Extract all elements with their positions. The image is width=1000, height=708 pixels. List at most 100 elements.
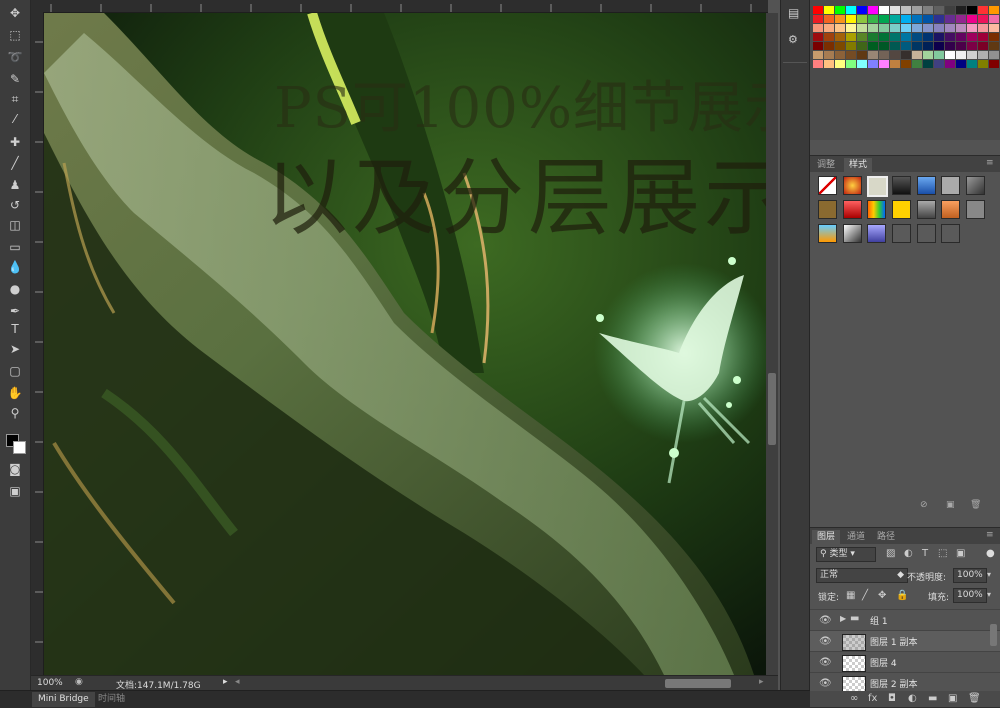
color-swatch[interactable] bbox=[868, 15, 878, 23]
color-swatch[interactable] bbox=[967, 15, 977, 23]
color-swatch[interactable] bbox=[989, 24, 999, 32]
color-swatch[interactable] bbox=[967, 60, 977, 68]
color-swatch[interactable] bbox=[912, 51, 922, 59]
opacity-input[interactable]: 100% bbox=[953, 568, 987, 583]
eyedropper-tool-icon[interactable]: ⁄ bbox=[5, 110, 25, 128]
color-swatch[interactable] bbox=[945, 6, 955, 14]
color-swatch[interactable] bbox=[901, 24, 911, 32]
color-swatch[interactable] bbox=[813, 42, 823, 50]
pen-tool-icon[interactable]: ✒ bbox=[5, 302, 25, 320]
vertical-scroll-thumb[interactable] bbox=[768, 373, 776, 445]
status-menu-icon[interactable]: ◉ bbox=[75, 677, 83, 687]
color-swatch[interactable] bbox=[901, 15, 911, 23]
lasso-tool-icon[interactable]: ➰ bbox=[5, 48, 25, 66]
quick-mask-icon[interactable]: ◙ bbox=[5, 460, 25, 478]
link-layers-icon[interactable]: ∞ bbox=[850, 693, 858, 704]
color-swatch[interactable] bbox=[945, 51, 955, 59]
color-swatch[interactable] bbox=[978, 42, 988, 50]
move-tool-icon[interactable]: ✥ bbox=[5, 4, 25, 22]
tab-styles[interactable]: 样式 bbox=[844, 158, 873, 172]
color-swatch[interactable] bbox=[945, 33, 955, 41]
new-layer-icon[interactable]: ▣ bbox=[948, 693, 957, 704]
blur-tool-icon[interactable]: 💧 bbox=[5, 258, 25, 276]
color-swatch[interactable] bbox=[890, 15, 900, 23]
color-swatch[interactable] bbox=[857, 33, 867, 41]
color-swatch[interactable] bbox=[989, 6, 999, 14]
color-swatch[interactable] bbox=[956, 33, 966, 41]
status-arrow-icon[interactable]: ▸ bbox=[223, 677, 228, 687]
color-swatch[interactable] bbox=[824, 15, 834, 23]
style-none-icon[interactable] bbox=[818, 176, 837, 195]
tab-paths[interactable]: 路径 bbox=[872, 530, 900, 544]
dodge-tool-icon[interactable]: ● bbox=[5, 280, 25, 298]
color-swatch[interactable] bbox=[890, 24, 900, 32]
color-swatch[interactable] bbox=[923, 24, 933, 32]
tab-channels[interactable]: 通道 bbox=[842, 530, 870, 544]
color-swatch[interactable] bbox=[813, 6, 823, 14]
crop-tool-icon[interactable]: ⌗ bbox=[5, 90, 25, 108]
color-swatch[interactable] bbox=[813, 33, 823, 41]
tab-mini-bridge[interactable]: Mini Bridge bbox=[32, 692, 95, 707]
brush-tool-icon[interactable]: ╱ bbox=[5, 154, 25, 172]
color-swatch[interactable] bbox=[835, 51, 845, 59]
color-swatch[interactable] bbox=[901, 60, 911, 68]
style-swatch[interactable] bbox=[843, 200, 862, 219]
healing-brush-tool-icon[interactable]: ✚ bbox=[5, 133, 25, 151]
color-swatch[interactable] bbox=[967, 24, 977, 32]
color-swatch[interactable] bbox=[989, 15, 999, 23]
blend-mode-select[interactable]: 正常 ◆ bbox=[816, 568, 908, 583]
shape-tool-icon[interactable]: ▢ bbox=[5, 362, 25, 380]
color-swatch[interactable] bbox=[890, 6, 900, 14]
color-swatch[interactable] bbox=[945, 60, 955, 68]
color-swatch[interactable] bbox=[846, 51, 856, 59]
color-swatch[interactable] bbox=[945, 42, 955, 50]
clone-stamp-tool-icon[interactable]: ♟ bbox=[5, 176, 25, 194]
visibility-eye-icon[interactable]: 👁 bbox=[819, 615, 832, 626]
color-swatch[interactable] bbox=[879, 33, 889, 41]
color-swatch[interactable] bbox=[868, 24, 878, 32]
screen-mode-icon[interactable]: ▣ bbox=[5, 482, 25, 500]
color-swatch[interactable] bbox=[989, 60, 999, 68]
add-mask-icon[interactable]: ◘ bbox=[888, 693, 896, 704]
delete-layer-icon[interactable]: 🗑 bbox=[968, 693, 981, 704]
color-swatch[interactable] bbox=[934, 33, 944, 41]
color-swatch[interactable] bbox=[835, 42, 845, 50]
color-swatch[interactable] bbox=[956, 60, 966, 68]
color-swatch[interactable] bbox=[901, 51, 911, 59]
visibility-eye-icon[interactable]: 👁 bbox=[819, 678, 832, 689]
color-swatch[interactable] bbox=[967, 42, 977, 50]
style-swatch-empty[interactable] bbox=[892, 224, 911, 243]
color-swatch[interactable] bbox=[879, 60, 889, 68]
color-swatch[interactable] bbox=[934, 51, 944, 59]
filter-toggle-icon[interactable]: ● bbox=[986, 548, 995, 559]
color-swatch[interactable] bbox=[989, 51, 999, 59]
layers-scroll-thumb[interactable] bbox=[990, 624, 997, 646]
color-swatch[interactable] bbox=[813, 15, 823, 23]
color-swatch[interactable] bbox=[923, 15, 933, 23]
color-swatch[interactable] bbox=[868, 6, 878, 14]
expand-arrow-icon[interactable]: ▶ bbox=[840, 614, 846, 623]
color-swatch[interactable] bbox=[813, 24, 823, 32]
type-tool-icon[interactable]: T bbox=[5, 320, 25, 338]
style-swatch[interactable] bbox=[941, 200, 960, 219]
lock-transparency-icon[interactable]: ▦ bbox=[846, 590, 855, 601]
style-swatch[interactable] bbox=[867, 224, 886, 243]
color-swatch[interactable] bbox=[857, 24, 867, 32]
style-swatch[interactable] bbox=[818, 224, 837, 243]
color-swatch[interactable] bbox=[978, 60, 988, 68]
zoom-level[interactable]: 100% bbox=[37, 678, 63, 688]
color-swatch[interactable] bbox=[956, 42, 966, 50]
color-swatch[interactable] bbox=[890, 60, 900, 68]
color-swatch[interactable] bbox=[934, 15, 944, 23]
color-swatch[interactable] bbox=[978, 51, 988, 59]
color-swatch[interactable] bbox=[868, 51, 878, 59]
new-style-icon[interactable]: ▣ bbox=[946, 500, 955, 510]
layer-row-group[interactable]: 👁 ▶ ▬ 组 1 bbox=[810, 609, 1000, 631]
color-swatch[interactable] bbox=[835, 24, 845, 32]
color-swatch[interactable] bbox=[879, 51, 889, 59]
color-swatch[interactable] bbox=[890, 42, 900, 50]
color-swatch[interactable] bbox=[857, 51, 867, 59]
filter-smart-icon[interactable]: ▣ bbox=[956, 548, 965, 559]
color-swatch[interactable] bbox=[978, 33, 988, 41]
color-swatch[interactable] bbox=[879, 24, 889, 32]
